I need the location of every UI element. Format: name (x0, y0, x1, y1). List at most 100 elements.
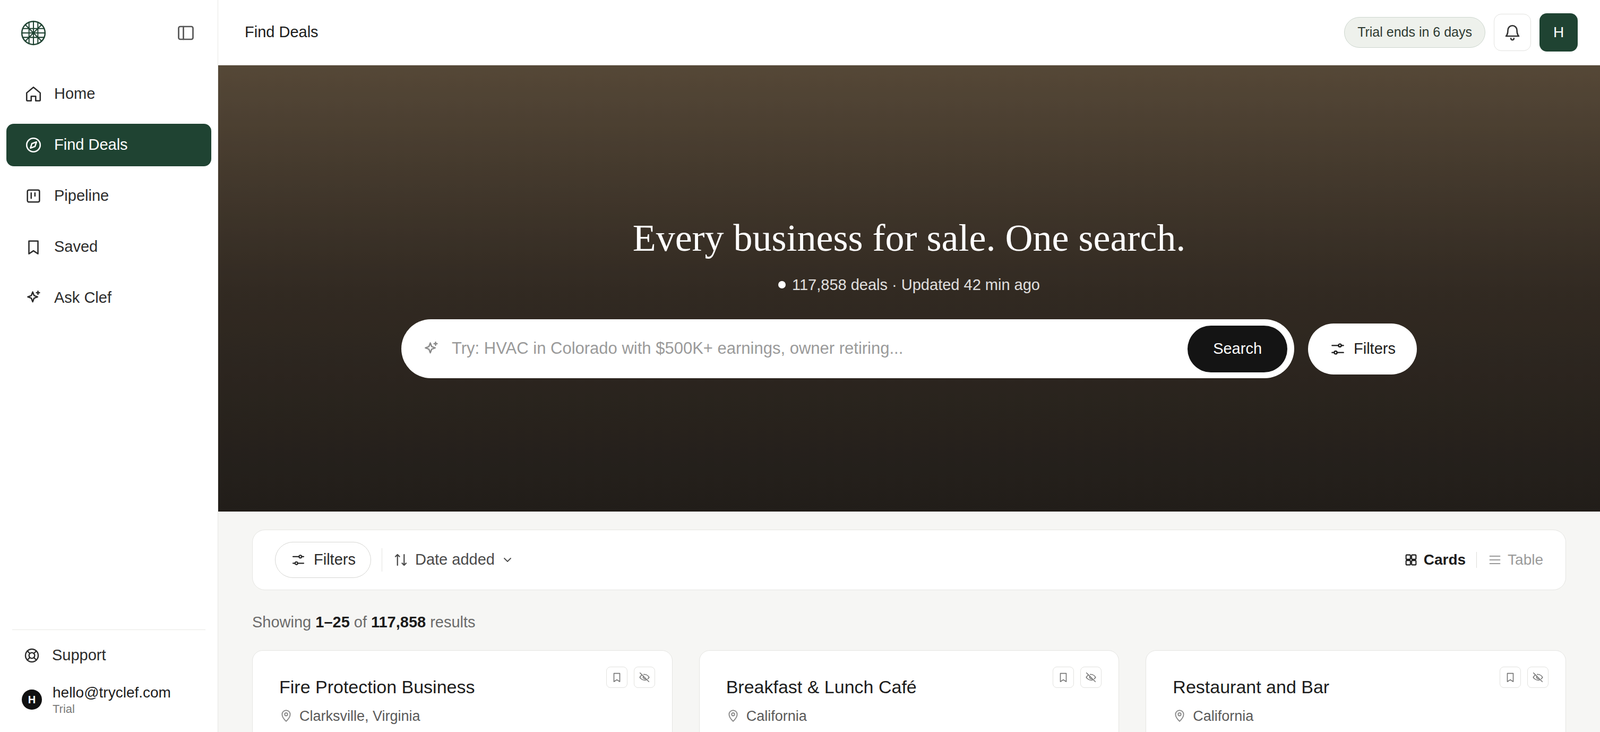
compass-icon (24, 135, 43, 154)
listing-title: Restaurant and Bar (1172, 675, 1539, 698)
support-link[interactable]: Support (12, 643, 206, 667)
sidebar-item[interactable]: Ask Clef (6, 276, 212, 320)
hide-button[interactable] (1527, 666, 1549, 688)
listing-card[interactable]: Breakfast & Lunch Café California (699, 649, 1120, 732)
support-label: Support (52, 643, 107, 667)
listing-card[interactable]: Restaurant and Bar California (1145, 649, 1567, 732)
search-button[interactable]: Search (1187, 325, 1288, 373)
sparkle-icon (24, 288, 43, 307)
results-toolbar: Filters Date added Cards Table (252, 529, 1567, 590)
listing-location-text: California (1192, 706, 1254, 725)
sliders-icon (1329, 340, 1347, 358)
sliders-icon (290, 551, 307, 568)
results-area: Filters Date added Cards Table Showing1–25of… (218, 511, 1600, 732)
sidebar-item-label: Saved (54, 235, 98, 259)
view-toggle: Cards Table (1403, 548, 1544, 571)
user-info: hello@tryclef.comTrial (52, 682, 171, 717)
sidebar-spacer (0, 319, 218, 630)
card-actions (1499, 666, 1549, 688)
user-avatar: H (21, 689, 42, 710)
trial-badge[interactable]: Trial ends in 6 days (1344, 16, 1486, 48)
save-button[interactable] (1052, 666, 1074, 688)
results-count-part: of (354, 610, 367, 634)
view-label: Cards (1423, 548, 1466, 571)
hero: Every business for sale. One search. 117,… (218, 65, 1600, 512)
results-count: Showing1–25of117,858results (252, 610, 1567, 634)
listing-title: Fire Protection Business (279, 675, 646, 698)
chevron-down-icon (501, 553, 514, 566)
results-count-part: results (429, 610, 476, 634)
hero-filters-label: Filters (1353, 337, 1396, 361)
sidebar-item[interactable]: Pipeline (6, 174, 212, 218)
logo-icon[interactable] (20, 19, 47, 47)
card-actions (606, 666, 656, 688)
hide-button[interactable] (633, 666, 656, 688)
save-button[interactable] (1499, 666, 1521, 688)
filters-button[interactable]: Filters (274, 541, 372, 578)
hero-stats: 117,858 deals · Updated 42 min ago (778, 274, 1040, 295)
sidebar-item[interactable]: Find Deals (6, 123, 212, 167)
sidebar-item[interactable]: Home (6, 72, 212, 116)
view-divider (1476, 551, 1477, 568)
view-option[interactable]: Table (1487, 548, 1544, 571)
sidebar-top (0, 0, 218, 66)
search-bar: Search (401, 319, 1295, 378)
listing-grid: Fire Protection Business Clarksville, Vir… (252, 649, 1567, 732)
page-title: Find Deals (244, 20, 319, 45)
sidebar-item-label: Home (54, 82, 96, 106)
sidebar: Home Find Deals Pipeline Saved Ask Clef Supp… (0, 0, 219, 732)
hide-button[interactable] (1080, 666, 1102, 688)
view-option[interactable]: Cards (1403, 548, 1466, 571)
listing-location: Clarksville, Virginia (279, 706, 646, 725)
search-input[interactable] (451, 336, 1176, 361)
notifications-button[interactable] (1493, 13, 1531, 51)
lifebuoy-icon (23, 646, 41, 664)
filters-label: Filters (313, 547, 356, 572)
live-dot (778, 280, 786, 289)
hero-filters-button[interactable]: Filters (1308, 323, 1417, 375)
listing-card[interactable]: Fire Protection Business Clarksville, Vir… (252, 649, 673, 732)
hero-stats-text: 117,858 deals · Updated 42 min ago (792, 274, 1040, 295)
sidebar-item-label: Pipeline (54, 184, 109, 208)
user-plan: Trial (52, 701, 171, 717)
bookmark-icon (1504, 671, 1517, 683)
search-row: Search Filters (401, 319, 1417, 378)
listing-location-text: California (746, 706, 807, 725)
pin-icon (1172, 708, 1187, 723)
sidebar-nav: Home Find Deals Pipeline Saved Ask Clef (0, 65, 218, 320)
sort-icon (392, 551, 409, 568)
user-email: hello@tryclef.com (52, 682, 171, 702)
hero-content: Every business for sale. One search. 117,… (401, 215, 1417, 378)
listing-location: California (1172, 706, 1539, 725)
top-bar: Find Deals Trial ends in 6 days H (218, 0, 1600, 66)
sidebar-toggle-icon[interactable] (176, 23, 196, 43)
sort-dropdown[interactable]: Date added (392, 547, 514, 572)
top-bar-actions: Trial ends in 6 days H (1344, 13, 1578, 52)
sidebar-item-label: Ask Clef (54, 286, 112, 310)
bookmark-icon (1057, 671, 1070, 683)
pin-icon (279, 708, 294, 723)
hero-title: Every business for sale. One search. (632, 215, 1186, 261)
eye-off-icon (1532, 671, 1544, 683)
list-icon (1487, 552, 1503, 567)
toolbar-divider (381, 547, 383, 572)
main: Find Deals Trial ends in 6 days H Every bu… (218, 0, 1600, 732)
account-avatar[interactable]: H (1539, 13, 1578, 52)
eye-off-icon (638, 671, 651, 683)
sidebar-item[interactable]: Saved (6, 225, 212, 269)
results-count-part: Showing (252, 610, 312, 634)
results-count-part: 117,858 (371, 610, 426, 634)
view-label: Table (1507, 548, 1544, 571)
results-count-part: 1–25 (315, 610, 350, 634)
listing-location: California (726, 706, 1093, 725)
pin-icon (726, 708, 741, 723)
bookmark-icon (24, 237, 43, 256)
eye-off-icon (1085, 671, 1097, 683)
listing-title: Breakfast & Lunch Café (726, 675, 1093, 698)
user-account[interactable]: Hhello@tryclef.comTrial (12, 682, 206, 717)
sort-label: Date added (415, 547, 495, 572)
card-actions (1052, 666, 1102, 688)
sidebar-item-label: Find Deals (54, 133, 128, 157)
save-button[interactable] (606, 666, 628, 688)
bookmark-icon (611, 671, 623, 683)
